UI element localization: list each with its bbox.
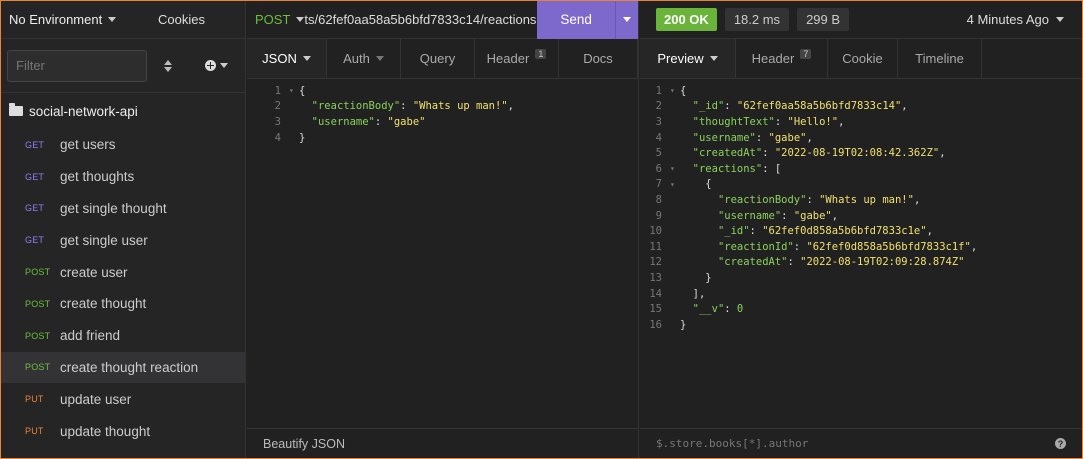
tab-label: Cookie (842, 51, 883, 66)
response-preview: 1 ▾{ 2 "_id": "62fef0aa58a5b6bfd7833c14",… (649, 84, 978, 331)
tab-label: Auth (343, 51, 370, 66)
tab-label: Query (419, 51, 456, 66)
method-badge: POST (25, 298, 51, 309)
sidebar-item-get-single-thought[interactable]: GET get single thought (1, 193, 245, 225)
request-pane: POST ts/62fef0aa58a5b6bfd7833c14/reactio… (247, 1, 639, 458)
count-badge: 7 (800, 48, 812, 59)
tab-preview[interactable]: Preview (640, 39, 736, 78)
sidebar-item-get-thoughts[interactable]: GET get thoughts (1, 161, 245, 193)
method-badge: GET (25, 203, 45, 214)
response-filter-input[interactable]: $.store.books[*].author ? (640, 428, 1082, 458)
method-badge: POST (25, 267, 51, 278)
response-size: 299 B (797, 8, 850, 31)
sidebar-item-update-thought[interactable]: PUT update thought (1, 415, 245, 447)
folder-icon (9, 103, 23, 116)
tab-docs[interactable]: Docs (559, 39, 638, 78)
history-dropdown[interactable]: 4 Minutes Ago (967, 12, 1064, 27)
sidebar: No Environment Cookies social-network-ap… (1, 1, 246, 458)
status-bar: 200 OK 18.2 ms 299 B 4 Minutes Ago (640, 1, 1082, 39)
request-list: GET get users GET get thoughts GET get single… (1, 129, 245, 447)
sidebar-item-create-thought[interactable]: POST create thought (1, 288, 245, 320)
chevron-down-icon (375, 56, 384, 61)
help-icon[interactable]: ? (1055, 438, 1066, 449)
workspace-folder[interactable]: social-network-api (1, 94, 245, 128)
method-badge: POST (25, 362, 51, 373)
filter-input[interactable] (7, 49, 147, 82)
request-name: get users (60, 137, 116, 153)
tab-auth[interactable]: Auth (327, 39, 401, 78)
workspace-name: social-network-api (29, 103, 138, 119)
sidebar-item-get-single-user[interactable]: GET get single user (1, 224, 245, 256)
sidebar-item-create-user[interactable]: POST create user (1, 256, 245, 288)
tab-timeline[interactable]: Timeline (898, 39, 982, 78)
request-name: get thoughts (60, 169, 135, 185)
chevron-down-icon (709, 56, 718, 61)
tab-header[interactable]: Header 7 (736, 39, 828, 78)
tab-json[interactable]: JSON (247, 39, 327, 78)
tab-label: Timeline (915, 51, 964, 66)
method-badge: PUT (25, 426, 44, 437)
send-options-button[interactable] (615, 1, 638, 39)
response-filter-placeholder: $.store.books[*].author (656, 437, 809, 450)
request-name: get single thought (60, 200, 167, 216)
tab-label: Docs (583, 51, 613, 66)
sidebar-item-update-user[interactable]: PUT update user (1, 383, 245, 415)
tab-header[interactable]: Header 1 (475, 39, 559, 78)
response-pane: 200 OK 18.2 ms 299 B 4 Minutes Ago Previ… (640, 1, 1082, 458)
method-badge: GET (25, 235, 45, 246)
chevron-down-icon (302, 56, 311, 61)
add-request-button[interactable] (205, 60, 228, 71)
sidebar-item-add-friend[interactable]: POST add friend (1, 320, 245, 352)
request-name: create thought reaction (60, 359, 199, 375)
tab-label: Preview (657, 51, 704, 66)
method-badge: GET (25, 139, 45, 150)
plus-circle-icon (205, 60, 216, 71)
environment-bar: No Environment Cookies (1, 1, 245, 39)
method-badge: POST (25, 330, 51, 341)
request-name: create thought (60, 296, 147, 312)
request-tabs: JSON Auth Query Header 1 Docs (247, 39, 638, 79)
send-button[interactable]: Send (536, 1, 616, 39)
method-selector[interactable]: POST (247, 12, 305, 27)
chevron-down-icon (1056, 17, 1064, 22)
method-label: POST (255, 12, 291, 27)
tab-label: Header (486, 51, 530, 66)
sidebar-item-get-users[interactable]: GET get users (1, 129, 245, 161)
method-badge: GET (25, 171, 45, 182)
count-badge: 1 (535, 48, 547, 59)
chevron-down-icon (108, 17, 117, 22)
chevron-down-icon (220, 63, 228, 68)
request-body-editor[interactable]: 1 ▾{ 2 "reactionBody": "Whats up man!", 3… (247, 83, 638, 145)
tab-label: Header (751, 51, 795, 66)
request-name: create user (60, 264, 128, 280)
cookies-button[interactable]: Cookies (146, 12, 205, 27)
time-ago-label: 4 Minutes Ago (966, 12, 1049, 27)
request-name: update thought (60, 423, 151, 439)
url-bar: POST ts/62fef0aa58a5b6bfd7833c14/reactio… (247, 1, 638, 39)
tab-query[interactable]: Query (401, 39, 475, 78)
url-input[interactable]: ts/62fef0aa58a5b6bfd7833c14/reactions (304, 12, 536, 27)
sort-icon[interactable] (163, 59, 173, 72)
response-time: 18.2 ms (724, 8, 790, 31)
method-badge: PUT (25, 394, 44, 405)
environment-label: No Environment (9, 12, 103, 27)
chevron-down-icon (296, 17, 305, 22)
request-name: get single user (60, 232, 148, 248)
chevron-down-icon (623, 17, 632, 22)
sidebar-item-create-thought-reaction[interactable]: POST create thought reaction (1, 351, 245, 384)
beautify-json-button[interactable]: Beautify JSON (247, 428, 638, 458)
app-window: No Environment Cookies social-network-ap… (0, 0, 1083, 459)
request-name: update user (60, 391, 132, 407)
status-badge: 200 OK (656, 8, 717, 31)
environment-selector[interactable]: No Environment (1, 12, 146, 27)
tab-label: JSON (262, 51, 297, 66)
filter-row (1, 39, 245, 93)
tab-cookie[interactable]: Cookie (828, 39, 898, 78)
response-tabs: Preview Header 7 Cookie Timeline (640, 39, 1082, 79)
request-name: add friend (60, 328, 121, 344)
